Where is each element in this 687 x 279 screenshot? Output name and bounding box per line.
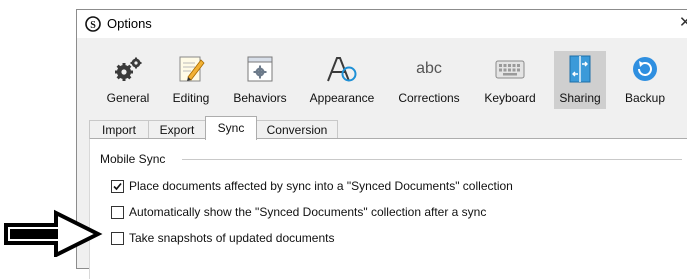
- options-window: S Options ✕ General Editing Behaviors Ap…: [76, 9, 687, 279]
- check-icon: [113, 182, 122, 191]
- option-label: Automatically show the "Synced Documents…: [129, 205, 487, 219]
- toolbar-item-label: Appearance: [309, 91, 375, 105]
- annotation-arrow-icon: [4, 209, 103, 257]
- toolbar-item-label: Backup: [624, 91, 666, 105]
- option-place-synced-documents[interactable]: Place documents affected by sync into a …: [111, 179, 531, 195]
- toolbar-item-label: General: [106, 91, 150, 105]
- sharing-arrows-icon: [569, 55, 591, 83]
- group-label-mobile-sync: Mobile Sync: [100, 152, 169, 166]
- checkbox[interactable]: [111, 180, 124, 193]
- abc-icon: abc: [416, 60, 442, 77]
- window-title: Options: [107, 16, 152, 31]
- font-a-icon: [327, 57, 357, 82]
- toolbar-item-label: Sharing: [559, 91, 601, 105]
- option-auto-show-synced-collection[interactable]: Automatically show the "Synced Documents…: [111, 205, 511, 221]
- pencil-note-icon: [179, 56, 205, 82]
- toolbar-item-general[interactable]: General: [98, 51, 158, 109]
- group-divider: [182, 159, 682, 160]
- tab-export[interactable]: Export: [148, 120, 206, 139]
- option-label: Place documents affected by sync into a …: [129, 179, 513, 193]
- app-icon: S: [85, 16, 101, 32]
- option-label: Take snapshots of updated documents: [129, 231, 335, 245]
- toolbar-item-corrections[interactable]: abc Corrections: [395, 51, 463, 109]
- gears-icon: [115, 57, 142, 81]
- tab-strip: Import Export Sync Conversion: [77, 116, 687, 140]
- title-bar[interactable]: S Options ✕: [77, 10, 687, 38]
- toolbar-item-editing[interactable]: Editing: [165, 51, 217, 109]
- toolbar-item-keyboard[interactable]: Keyboard: [480, 51, 540, 109]
- tab-conversion[interactable]: Conversion: [256, 120, 338, 139]
- toolbar-item-behaviors[interactable]: Behaviors: [229, 51, 291, 109]
- toolbar-item-sharing[interactable]: Sharing: [554, 51, 606, 109]
- toolbar: General Editing Behaviors Appearance abc…: [77, 38, 687, 116]
- svg-text:S: S: [90, 20, 96, 31]
- keyboard-icon: [495, 60, 525, 79]
- toolbar-item-label: Keyboard: [484, 91, 536, 105]
- checkbox[interactable]: [111, 232, 124, 245]
- checkbox[interactable]: [111, 206, 124, 219]
- toolbar-item-label: Behaviors: [233, 91, 287, 105]
- toolbar-item-label: Corrections: [398, 91, 460, 105]
- toolbar-item-backup[interactable]: Backup: [619, 51, 671, 109]
- backup-circle-icon: [633, 57, 657, 81]
- toolbar-item-label: Editing: [172, 91, 210, 105]
- window-gear-icon: [247, 56, 273, 82]
- close-button[interactable]: ✕: [679, 14, 687, 32]
- tab-sync[interactable]: Sync: [205, 116, 257, 140]
- sync-panel: Mobile Sync Place documents affected by …: [89, 138, 687, 279]
- tab-import[interactable]: Import: [89, 120, 149, 139]
- toolbar-item-appearance[interactable]: Appearance: [307, 51, 377, 109]
- option-take-snapshots[interactable]: Take snapshots of updated documents: [111, 231, 351, 247]
